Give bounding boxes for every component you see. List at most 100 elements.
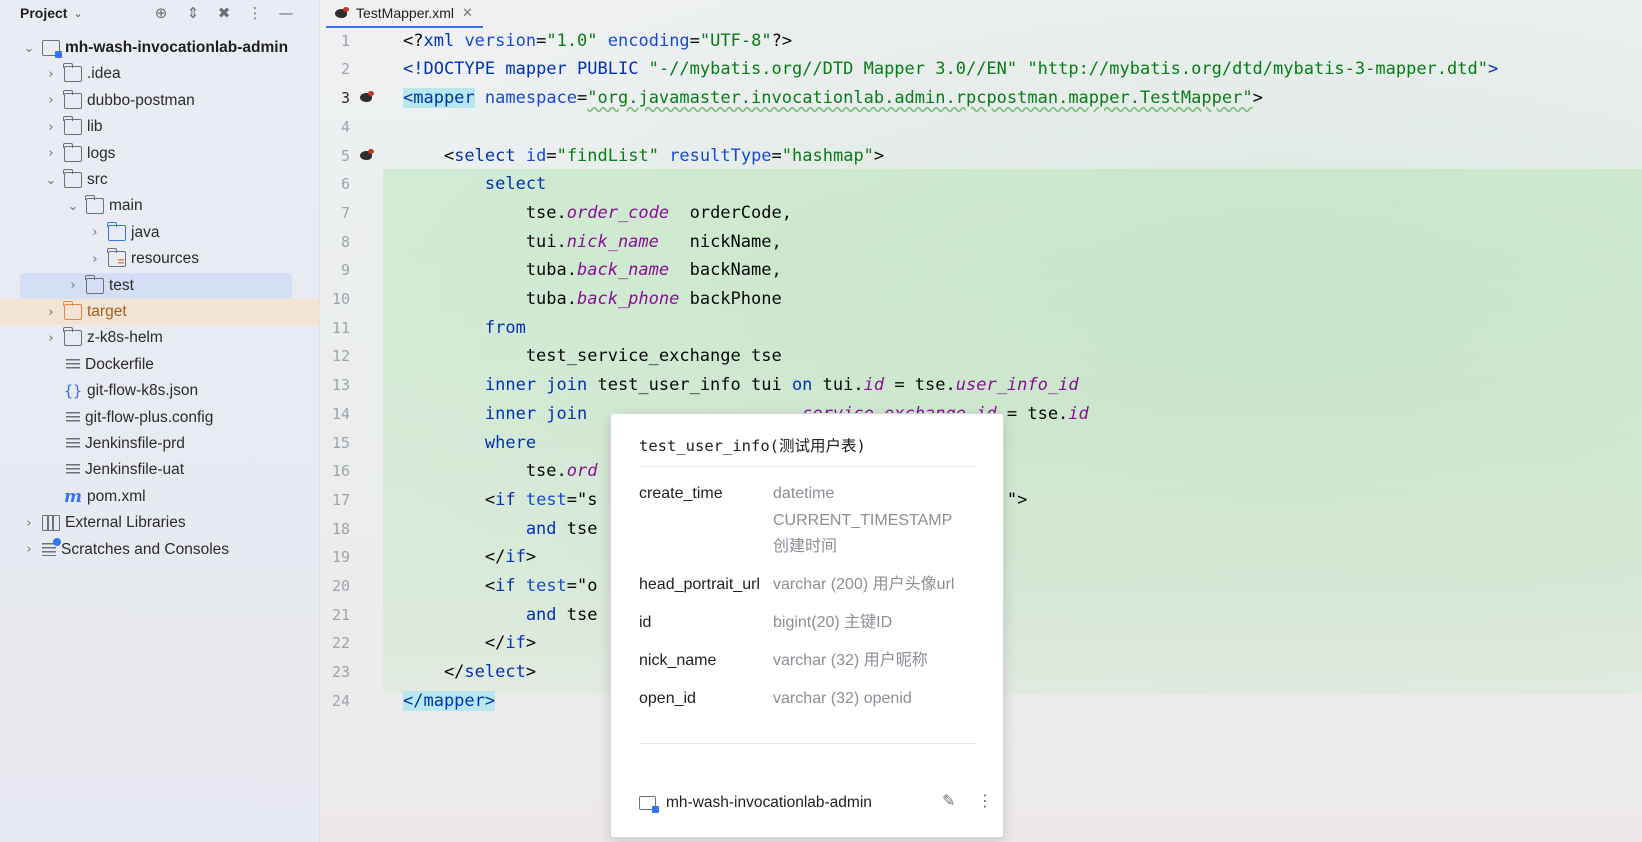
code-text: tui.nick_name nickName, <box>403 232 782 252</box>
tree-item-resources[interactable]: › resources <box>0 246 320 272</box>
mybatis-navigate-gutter-icon[interactable] <box>359 148 375 162</box>
code-token: orderCode, <box>669 202 792 223</box>
code-token: "1.0" <box>546 30 598 51</box>
code-line[interactable]: 3 <mapper namespace="org.javamaster.invoc… <box>320 83 1642 113</box>
code-line[interactable]: 10 tuba.back_phone backPhone <box>320 284 1642 314</box>
chevron-right-icon[interactable]: › <box>44 67 58 82</box>
code-text: </select> <box>403 662 536 682</box>
tree-item-lib[interactable]: › lib <box>0 114 320 140</box>
tree-item-jenkinsfile-uat[interactable]: ›Jenkinsfile-uat <box>0 457 320 483</box>
code-line[interactable]: 4 <box>320 112 1642 142</box>
code-token: > <box>1487 59 1499 80</box>
editor-tab-label: TestMapper.xml <box>356 5 455 21</box>
chevron-right-icon[interactable]: › <box>22 542 36 557</box>
tree-item-label: src <box>87 171 108 188</box>
expand-all-icon[interactable]: ⇕ <box>182 3 204 23</box>
code-token: <mapper <box>403 88 475 109</box>
chevron-right-icon[interactable]: › <box>44 331 58 346</box>
folder-icon <box>63 327 82 347</box>
code-line[interactable]: 12 test_service_exchange tse <box>320 342 1642 372</box>
code-token: id <box>525 145 547 166</box>
chevron-right-icon[interactable]: › <box>44 305 58 320</box>
code-token: < <box>403 145 455 166</box>
tree-item-dubbo-postman[interactable]: › dubbo-postman <box>0 88 320 114</box>
edit-source-icon[interactable]: ✎ <box>942 791 955 810</box>
doc-divider <box>639 743 977 744</box>
code-line[interactable]: 1 <?xml version="1.0" encoding="UTF-8"?> <box>320 26 1642 56</box>
line-number: 15 <box>331 433 350 452</box>
line-number: 24 <box>331 691 350 710</box>
close-icon[interactable]: ✕ <box>462 5 473 21</box>
resources-folder-icon <box>107 248 126 268</box>
tree-item-scratches-and-consoles[interactable]: › Scratches and Consoles <box>0 537 320 563</box>
code-line[interactable]: 7 tse.order_code orderCode, <box>320 198 1642 228</box>
code-token: select <box>454 145 526 166</box>
doc-column-type: 创建时间 <box>773 538 838 555</box>
tree-item-dockerfile[interactable]: ›Dockerfile <box>0 352 320 378</box>
code-line[interactable]: 13 inner join test_user_info tui on tui.… <box>320 370 1642 400</box>
tree-item-main[interactable]: ⌄ main <box>0 193 320 219</box>
doc-column-name: create_time <box>639 485 723 502</box>
code-line[interactable]: 6 select <box>320 170 1642 200</box>
chevron-right-icon[interactable]: › <box>44 93 58 108</box>
tree-item-java[interactable]: › java <box>0 220 320 246</box>
editor-tab-testmapper[interactable]: TestMapper.xml ✕ <box>326 0 483 28</box>
json-file-icon: {} <box>64 382 83 401</box>
tree-item-z-k8s-helm[interactable]: › z-k8s-helm <box>0 325 320 351</box>
chevron-down-icon[interactable]: ⌄ <box>44 173 58 188</box>
code-token: </mapper> <box>403 690 496 711</box>
chevron-right-icon[interactable]: › <box>44 120 58 135</box>
folder-icon <box>85 195 104 215</box>
code-text: and tse <box>403 605 598 625</box>
mybatis-navigate-gutter-icon[interactable] <box>359 90 375 104</box>
line-number: 19 <box>331 548 350 567</box>
chevron-right-icon[interactable]: › <box>66 278 80 293</box>
tree-item-src[interactable]: ⌄ src <box>0 167 320 193</box>
code-text: <mapper namespace="org.javamaster.invoca… <box>403 88 1263 109</box>
tree-item-label: lib <box>87 118 103 136</box>
chevron-right-icon[interactable]: › <box>88 225 102 240</box>
hide-panel-icon[interactable]: — <box>275 3 297 23</box>
tree-item-external-libraries[interactable]: › External Libraries <box>0 510 320 536</box>
chevron-down-icon[interactable]: ⌄ <box>22 41 36 56</box>
tree-item-idea[interactable]: › .idea <box>0 61 320 87</box>
editor-tab-strip: TestMapper.xml ✕ <box>320 0 1642 28</box>
tree-item-pom-xml[interactable]: ›mpom.xml <box>0 484 320 510</box>
locate-target-icon[interactable]: ⊕ <box>150 3 172 23</box>
tree-item-target[interactable]: › target <box>0 299 320 325</box>
excluded-folder-icon <box>63 301 82 320</box>
tree-item-git-flow-k8s-json[interactable]: ›{}git-flow-k8s.json <box>0 378 320 404</box>
more-options-icon[interactable]: ⋮ <box>977 791 993 810</box>
collapse-all-icon[interactable]: ✖ <box>213 3 235 23</box>
code-text: <select id="findList" resultType="hashma… <box>403 146 884 166</box>
line-number: 9 <box>340 261 350 280</box>
code-token: if <box>505 547 526 568</box>
chevron-down-icon[interactable]: ⌄ <box>66 199 80 214</box>
tree-item-git-flow-plus-config[interactable]: ›git-flow-plus.config <box>0 405 320 431</box>
code-line[interactable]: 2 <!DOCTYPE mapper PUBLIC "-//mybatis.org… <box>320 55 1642 85</box>
code-token: "org.javamaster.invocationlab.admin.rpcp… <box>587 88 1253 109</box>
tree-item-jenkinsfile-prd[interactable]: ›Jenkinsfile-prd <box>0 431 320 457</box>
folder-icon <box>63 169 82 188</box>
code-token: if <box>505 633 526 654</box>
folder-icon <box>63 89 82 109</box>
tree-item-mh-wash-invocationlab-admin[interactable]: ⌄ mh-wash-invocationlab-admin <box>0 35 320 61</box>
code-line[interactable]: 11 from <box>320 313 1642 343</box>
code-token: = <box>546 145 557 166</box>
chevron-right-icon[interactable]: › <box>88 252 102 267</box>
code-line[interactable]: 8 tui.nick_name nickName, <box>320 227 1642 257</box>
code-line[interactable]: 9 tuba.back_name backName, <box>320 256 1642 286</box>
code-line[interactable]: 5 <select id="findList" resultType="hash… <box>320 141 1642 171</box>
code-text: </mapper> <box>403 690 496 711</box>
doc-footer: mh-wash-invocationlab-admin ✎ ⋮ <box>639 791 993 815</box>
tree-item-test[interactable]: › test <box>20 272 292 299</box>
line-number: 5 <box>340 146 350 165</box>
code-token: = <box>689 30 700 51</box>
doc-module-link[interactable]: mh-wash-invocationlab-admin <box>666 794 872 812</box>
chevron-right-icon[interactable]: › <box>44 146 58 161</box>
doc-column-type: CURRENT_TIMESTAMP <box>773 511 953 529</box>
chevron-right-icon[interactable]: › <box>22 516 36 531</box>
tree-item-logs[interactable]: › logs <box>0 141 320 167</box>
more-options-icon[interactable]: ⋮ <box>244 3 266 23</box>
code-text: <?xml version="1.0" encoding="UTF-8"?> <box>403 31 792 51</box>
